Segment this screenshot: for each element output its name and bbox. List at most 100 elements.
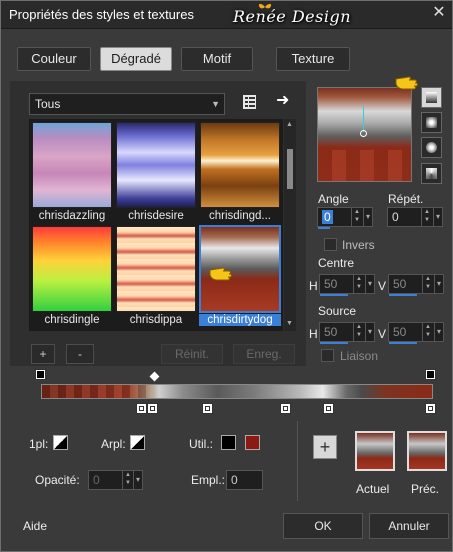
stepper-icon[interactable]: ▲ ▼ bbox=[122, 471, 133, 489]
previous-gradient-swatch[interactable] bbox=[407, 431, 447, 471]
stepper-icon[interactable]: ▲ ▼ bbox=[353, 275, 364, 293]
stepper-icon[interactable]: ▲ ▼ bbox=[422, 275, 433, 293]
current-label: Actuel bbox=[356, 482, 390, 496]
location-label: Empl.: bbox=[191, 473, 226, 487]
source-h-value: 50 bbox=[324, 325, 338, 339]
gradient-thumb[interactable] bbox=[32, 122, 112, 208]
gradient-thumb-label: chrisdingle bbox=[44, 314, 100, 326]
gradient-thumb[interactable] bbox=[200, 122, 280, 208]
tab-motif[interactable]: Motif bbox=[181, 47, 253, 71]
radial-style-button[interactable] bbox=[421, 137, 442, 158]
angle-handle[interactable] bbox=[363, 106, 364, 132]
color-stop[interactable] bbox=[425, 403, 436, 414]
chevron-down-icon[interactable]: ▾ bbox=[365, 323, 374, 341]
color-stop[interactable] bbox=[323, 403, 334, 414]
rectangular-style-button[interactable] bbox=[421, 112, 442, 133]
center-h-label: H bbox=[309, 279, 318, 293]
reset-button[interactable]: Réinit. bbox=[161, 344, 223, 364]
pixel-swatch[interactable] bbox=[53, 435, 68, 450]
pixel-label: 1pl: bbox=[29, 437, 49, 451]
invert-checkbox[interactable] bbox=[324, 238, 337, 251]
link-checkbox[interactable] bbox=[321, 349, 334, 362]
linear-style-button[interactable] bbox=[421, 87, 442, 108]
chevron-up-icon[interactable]: ▲ bbox=[286, 121, 293, 128]
source-h-label: H bbox=[309, 327, 318, 341]
chevron-down-icon[interactable]: ▾ bbox=[365, 275, 374, 293]
title-bar: Propriétés des styles et textures Renée … bbox=[1, 1, 452, 29]
color-stop[interactable] bbox=[280, 403, 291, 414]
color-stop[interactable] bbox=[136, 403, 147, 414]
list-view-icon[interactable] bbox=[241, 93, 259, 111]
gradient-thumb[interactable] bbox=[116, 122, 196, 208]
gradient-thumb-label-selected: chrisdirtydog bbox=[199, 314, 281, 326]
tab-couleur[interactable]: Couleur bbox=[17, 47, 91, 71]
close-button[interactable]: ✕ bbox=[429, 3, 449, 23]
center-h-value: 50 bbox=[324, 277, 338, 291]
repeat-value: 0 bbox=[392, 210, 399, 224]
watermark-text: Renée Design bbox=[233, 7, 352, 26]
save-gradient-button[interactable]: Enreg. bbox=[233, 344, 295, 364]
location-field[interactable]: 0 bbox=[226, 470, 263, 490]
center-v-value: 50 bbox=[393, 277, 407, 291]
color-stop[interactable] bbox=[202, 403, 213, 414]
add-to-previews-button[interactable]: + bbox=[313, 435, 337, 459]
source-v-value: 50 bbox=[393, 325, 407, 339]
midpoint-diamond[interactable] bbox=[149, 371, 160, 382]
tab-degrade[interactable]: Dégradé bbox=[100, 47, 172, 71]
ok-button[interactable]: OK bbox=[283, 513, 363, 539]
arrow-right-icon[interactable]: ➜ bbox=[276, 92, 292, 110]
gradient-thumb-label: chrisdingd... bbox=[208, 210, 271, 222]
user-color-swatch-rust[interactable] bbox=[245, 435, 260, 450]
gradient-thumb[interactable] bbox=[32, 226, 112, 312]
center-v-field[interactable]: 50 ▲ ▼ ▾ bbox=[388, 274, 444, 296]
stepper-icon[interactable]: ▲ ▼ bbox=[351, 208, 362, 226]
previous-label: Préc. bbox=[411, 482, 440, 496]
gradient-thumb-label: chrisdesire bbox=[128, 210, 184, 222]
repeat-label: Répét. bbox=[388, 192, 424, 206]
remove-gradient-button[interactable]: - bbox=[66, 344, 94, 364]
stepper-icon[interactable]: ▲ ▼ bbox=[422, 323, 433, 341]
panel-divider bbox=[297, 421, 298, 501]
source-label: Source bbox=[318, 304, 357, 318]
gallery-scrollbar[interactable]: ▲ ▼ bbox=[284, 119, 296, 331]
cancel-button[interactable]: Annuler bbox=[369, 513, 449, 539]
center-handle[interactable] bbox=[360, 130, 367, 137]
scrollbar-thumb[interactable] bbox=[287, 149, 293, 189]
gradient-thumb[interactable] bbox=[116, 226, 196, 312]
current-gradient-swatch[interactable] bbox=[355, 431, 395, 471]
chevron-down-icon[interactable]: ▾ bbox=[434, 275, 443, 293]
gradient-preview[interactable] bbox=[317, 87, 412, 182]
center-h-field[interactable]: 50 ▲ ▼ ▾ bbox=[319, 274, 375, 296]
source-v-field[interactable]: 50 ▲ ▼ ▾ bbox=[388, 322, 444, 344]
hand-pointer-icon bbox=[395, 76, 418, 90]
chevron-down-icon[interactable]: ▾ bbox=[363, 208, 372, 226]
gradient-thumb-label: chrisdazzling bbox=[38, 210, 106, 222]
chevron-down-icon[interactable]: ▾ bbox=[434, 323, 443, 341]
chevron-down-icon[interactable]: ▾ bbox=[133, 471, 142, 489]
user-color-swatch-black[interactable] bbox=[221, 435, 236, 450]
window-title: Propriétés des styles et textures bbox=[9, 7, 194, 22]
repeat-field[interactable]: 0 ▲ ▼ ▾ bbox=[387, 207, 443, 227]
add-gradient-button[interactable]: + bbox=[31, 344, 55, 364]
stepper-icon[interactable]: ▲ ▼ bbox=[353, 323, 364, 341]
source-h-field[interactable]: 50 ▲ ▼ ▾ bbox=[319, 322, 375, 344]
chevron-down-icon[interactable]: ▼ bbox=[286, 320, 293, 327]
category-select[interactable]: Tous ▼ bbox=[29, 93, 225, 115]
arpl-swatch[interactable] bbox=[130, 435, 145, 450]
gradient-editor-bar[interactable] bbox=[41, 384, 433, 399]
preview-pattern bbox=[318, 150, 411, 181]
tab-texture[interactable]: Texture bbox=[276, 47, 350, 71]
arpl-label: Arpl: bbox=[101, 437, 126, 451]
source-h-slider-fill bbox=[320, 342, 348, 344]
chevron-down-icon[interactable]: ▾ bbox=[433, 208, 442, 226]
angle-field[interactable]: 0 ▲ ▼ ▾ bbox=[317, 207, 373, 229]
sunburst-style-button[interactable] bbox=[421, 163, 442, 184]
stop-fill bbox=[428, 406, 433, 411]
color-stop[interactable] bbox=[147, 403, 158, 414]
opacity-stop-right[interactable] bbox=[425, 369, 436, 380]
stepper-icon[interactable]: ▲ ▼ bbox=[421, 208, 432, 226]
opacity-stop-left[interactable] bbox=[35, 369, 46, 380]
dialog-window: Propriétés des styles et textures Renée … bbox=[0, 0, 453, 552]
help-link[interactable]: Aide bbox=[23, 519, 47, 533]
opacity-field[interactable]: 0 ▲ ▼ ▾ bbox=[88, 470, 143, 490]
